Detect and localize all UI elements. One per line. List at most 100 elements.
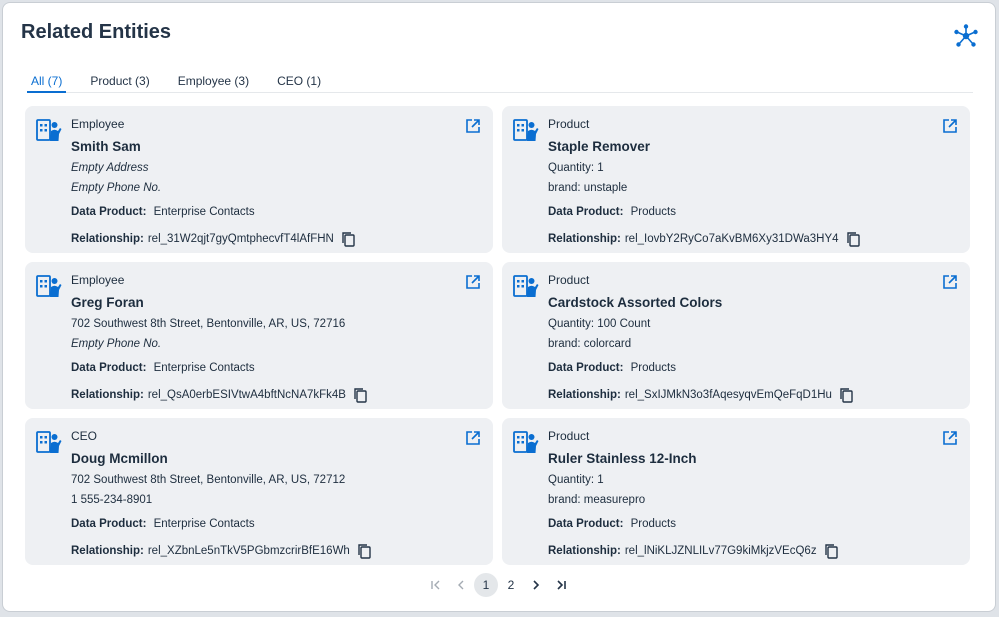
copy-icon[interactable] <box>838 387 854 403</box>
entity-person-icon <box>36 275 62 297</box>
chevron-left-icon <box>458 580 464 590</box>
data-product-value: Products <box>630 518 676 530</box>
relationship-label: Relationship: <box>71 545 144 557</box>
entity-type: CEO <box>71 429 98 443</box>
pagination: 1 2 <box>424 573 574 597</box>
entity-person-icon <box>36 119 62 141</box>
copy-icon[interactable] <box>823 543 839 559</box>
entity-detail-1: Quantity: 1 <box>548 474 604 486</box>
relationship-row: Relationship: rel_lNiKLJZNLILv77G9kiMkjz… <box>548 543 839 559</box>
page-title: Related Entities <box>21 21 172 43</box>
data-product-row: Data Product: Enterprise Contacts <box>71 206 255 218</box>
entity-type: Employee <box>71 273 125 287</box>
open-external-icon[interactable] <box>465 274 481 290</box>
entity-detail-2: Empty Phone No. <box>71 338 162 350</box>
copy-icon[interactable] <box>845 231 861 247</box>
open-external-icon[interactable] <box>942 274 958 290</box>
page-2-button[interactable]: 2 <box>499 573 523 597</box>
tab-all[interactable]: All (7) <box>27 70 67 93</box>
entity-detail-2: brand: colorcard <box>548 338 632 350</box>
data-product-label: Data Product: <box>548 518 624 530</box>
next-page-button[interactable] <box>524 573 548 597</box>
data-product-label: Data Product: <box>71 362 147 374</box>
entity-card: Product Staple Remover Quantity: 1 brand… <box>502 106 970 253</box>
entity-detail-1: Empty Address <box>71 162 149 174</box>
entity-detail-2: brand: measurepro <box>548 494 646 506</box>
entity-card: Employee Smith Sam Empty Address Empty P… <box>25 106 493 253</box>
entity-person-icon <box>513 431 539 453</box>
entity-detail-1: 702 Southwest 8th Street, Bentonville, A… <box>71 474 346 486</box>
relationship-id: rel_lNiKLJZNLILv77G9kiMkjzVEcQ6z <box>624 545 817 557</box>
relationship-label: Relationship: <box>71 233 144 245</box>
chevron-right-icon <box>533 580 540 590</box>
page-1-button[interactable]: 1 <box>474 573 498 597</box>
data-product-row: Data Product: Products <box>548 362 676 374</box>
last-page-button[interactable] <box>549 573 573 597</box>
copy-icon[interactable] <box>352 387 368 403</box>
entity-detail-2: brand: unstaple <box>548 182 628 194</box>
entity-person-icon <box>36 431 62 453</box>
entity-card: Employee Greg Foran 702 Southwest 8th St… <box>25 262 493 409</box>
open-external-icon[interactable] <box>465 118 481 134</box>
entity-detail-1: Quantity: 100 Count <box>548 318 651 330</box>
data-product-label: Data Product: <box>548 206 624 218</box>
first-page-icon <box>431 580 440 590</box>
copy-icon[interactable] <box>356 543 372 559</box>
relationship-row: Relationship: rel_IovbY2RyCo7aKvBM6Xy31D… <box>548 231 861 247</box>
relationship-row: Relationship: rel_SxIJMkN3o3fAqesyqvEmQe… <box>548 387 854 403</box>
data-product-value: Products <box>630 206 676 218</box>
relationship-label: Relationship: <box>548 233 621 245</box>
open-external-icon[interactable] <box>942 430 958 446</box>
network-graph-icon[interactable] <box>953 23 979 49</box>
relationship-id: rel_SxIJMkN3o3fAqesyqvEmQeFqD1Hu <box>624 389 832 401</box>
entity-detail-2: Empty Phone No. <box>71 182 162 194</box>
entity-card: Product Cardstock Assorted Colors Quanti… <box>502 262 970 409</box>
entity-type: Product <box>548 117 590 131</box>
entity-detail-1: 702 Southwest 8th Street, Bentonville, A… <box>71 318 346 330</box>
data-product-row: Data Product: Enterprise Contacts <box>71 518 255 530</box>
entity-card: Product Ruler Stainless 12-Inch Quantity… <box>502 418 970 565</box>
entity-type: Product <box>548 273 590 287</box>
relationship-row: Relationship: rel_31W2qjt7gyQmtphecvfT4l… <box>71 231 356 247</box>
entity-type: Product <box>548 429 590 443</box>
data-product-row: Data Product: Enterprise Contacts <box>71 362 255 374</box>
entity-name: Doug Mcmillon <box>71 451 168 466</box>
entity-person-icon <box>513 119 539 141</box>
entity-name: Smith Sam <box>71 139 141 154</box>
entity-detail-2: 1 555-234-8901 <box>71 494 153 506</box>
entity-card-grid: Employee Smith Sam Empty Address Empty P… <box>25 106 970 565</box>
data-product-label: Data Product: <box>71 518 147 530</box>
prev-page-button[interactable] <box>449 573 473 597</box>
data-product-label: Data Product: <box>71 206 147 218</box>
data-product-value: Products <box>630 362 676 374</box>
data-product-value: Enterprise Contacts <box>153 362 255 374</box>
relationship-row: Relationship: rel_QsA0erbESIVtwA4bftNcNA… <box>71 387 368 403</box>
relationship-label: Relationship: <box>71 389 144 401</box>
open-external-icon[interactable] <box>942 118 958 134</box>
relationship-label: Relationship: <box>548 389 621 401</box>
entity-name: Ruler Stainless 12-Inch <box>548 451 697 466</box>
tab-ceo[interactable]: CEO (1) <box>273 70 325 93</box>
relationship-id: rel_IovbY2RyCo7aKvBM6Xy31DWa3HY4 <box>624 233 839 245</box>
entity-card: CEO Doug Mcmillon 702 Southwest 8th Stre… <box>25 418 493 565</box>
copy-icon[interactable] <box>340 231 356 247</box>
entity-detail-1: Quantity: 1 <box>548 162 604 174</box>
entity-name: Staple Remover <box>548 139 651 154</box>
tab-employee[interactable]: Employee (3) <box>174 70 253 93</box>
first-page-button[interactable] <box>424 573 448 597</box>
data-product-row: Data Product: Products <box>548 206 676 218</box>
open-external-icon[interactable] <box>465 430 481 446</box>
tab-product[interactable]: Product (3) <box>86 70 153 93</box>
entity-name: Greg Foran <box>71 295 144 310</box>
data-product-value: Enterprise Contacts <box>153 518 255 530</box>
relationship-label: Relationship: <box>548 545 621 557</box>
entity-type-tabs: All (7) Product (3) Employee (3) CEO (1) <box>27 70 973 93</box>
relationship-id: rel_XZbnLe5nTkV5PGbmzcrirBfE16Wh <box>147 545 350 557</box>
relationship-id: rel_31W2qjt7gyQmtphecvfT4lAfFHN <box>147 233 334 245</box>
entity-type: Employee <box>71 117 125 131</box>
relationship-row: Relationship: rel_XZbnLe5nTkV5PGbmzcrirB… <box>71 543 372 559</box>
data-product-label: Data Product: <box>548 362 624 374</box>
entity-person-icon <box>513 275 539 297</box>
last-page-icon <box>557 580 566 590</box>
data-product-value: Enterprise Contacts <box>153 206 255 218</box>
